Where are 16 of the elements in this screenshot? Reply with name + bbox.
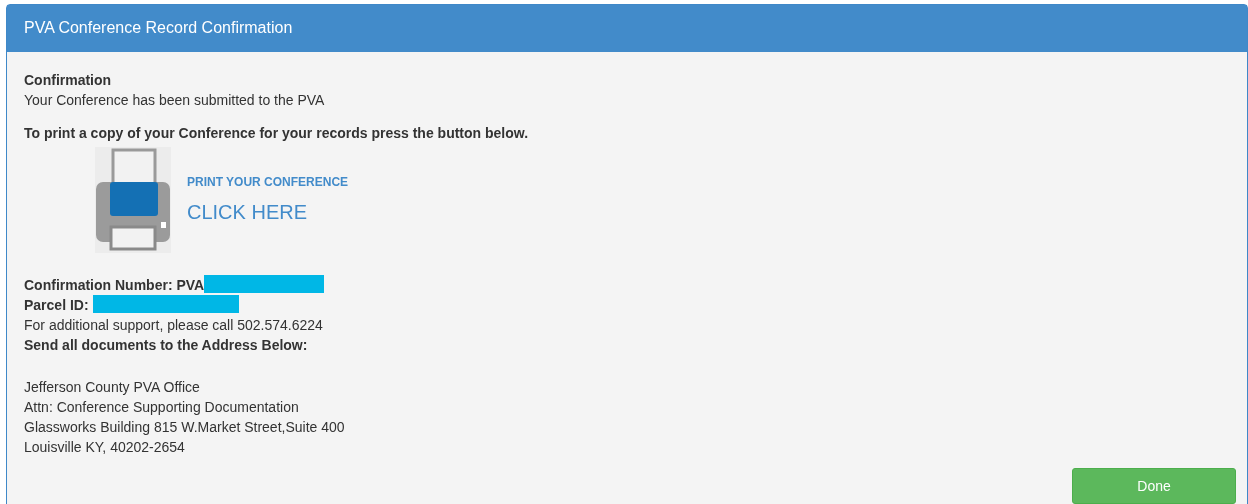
done-button[interactable]: Done bbox=[1072, 468, 1236, 504]
print-link[interactable]: PRINT YOUR CONFERENCE bbox=[187, 173, 349, 191]
window-title: PVA Conference Record Confirmation bbox=[7, 5, 1247, 52]
support-text: For additional support, please call 502.574.6224 bbox=[24, 316, 324, 335]
instruction-text: To print a copy of your Conference for your records press the button below. bbox=[24, 124, 530, 143]
field-label: Parcel ID: bbox=[24, 297, 89, 313]
printer-icon[interactable] bbox=[95, 147, 171, 253]
address-line: Glassworks Building 815 W.Market Street,Suite 400 bbox=[24, 418, 346, 437]
section-heading: Confirmation bbox=[24, 71, 113, 90]
address-heading: Send all documents to the Address Below: bbox=[24, 336, 309, 355]
address-line: Attn: Conference Supporting Documentation bbox=[24, 398, 300, 417]
status-message: Your Conference has been submitted to the PVA bbox=[24, 91, 326, 110]
address-line: Louisville KY, 40202-2654 bbox=[24, 438, 186, 457]
address-line: Jefferson County PVA Office bbox=[24, 378, 201, 397]
field-label: Confirmation Number: PVA bbox=[24, 277, 205, 293]
click-here-link[interactable]: CLICK HERE bbox=[187, 197, 308, 227]
